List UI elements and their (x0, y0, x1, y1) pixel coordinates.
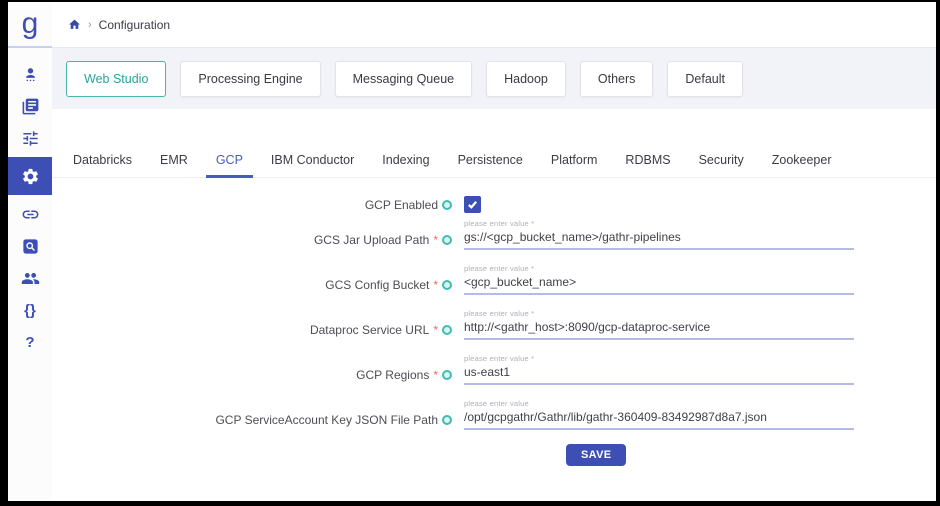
category-tabs: Web Studio Processing Engine Messaging Q… (52, 48, 936, 109)
required-asterisk: * (433, 234, 438, 246)
field-hint: please enter value (464, 399, 854, 408)
subtab-emr[interactable]: EMR (146, 153, 202, 177)
check-icon (467, 199, 478, 210)
gcp-regions-input[interactable]: us-east1 (464, 365, 854, 385)
tab-hadoop[interactable]: Hadoop (486, 61, 566, 97)
breadcrumb: › Configuration (68, 18, 170, 32)
required-asterisk: * (433, 324, 438, 336)
field-input-cell (464, 196, 854, 213)
sidebar-item-link[interactable] (8, 198, 52, 230)
subtab-databricks[interactable]: Databricks (59, 153, 146, 177)
tab-others[interactable]: Others (580, 61, 654, 97)
sidebar-nav: {} ? (8, 48, 52, 358)
sidebar-item-users[interactable] (8, 262, 52, 294)
users-icon (21, 269, 40, 288)
gcs-jar-upload-path-input[interactable]: gs://<gcp_bucket_name>/gathr-pipelines (464, 230, 854, 250)
form-row-gcp-regions: GCP Regions * please enter value * us-ea… (52, 354, 936, 385)
field-hint: please enter value * (464, 264, 854, 273)
form-row-gcp-serviceaccount-key: GCP ServiceAccount Key JSON File Path pl… (52, 399, 936, 430)
subtab-security[interactable]: Security (685, 153, 758, 177)
save-button[interactable]: SAVE (566, 444, 626, 466)
form-row-gcp-enabled: GCP Enabled (52, 196, 936, 213)
info-icon[interactable] (442, 280, 452, 290)
sidebar-item-tune[interactable] (8, 122, 52, 154)
service-subtabs: Databricks EMR GCP IBM Conductor Indexin… (52, 153, 936, 178)
sidebar-item-settings[interactable] (8, 157, 52, 195)
gathr-logo[interactable]: g (8, 2, 52, 48)
tab-messaging-queue[interactable]: Messaging Queue (335, 61, 472, 97)
sidebar-item-library[interactable] (8, 90, 52, 122)
field-hint: please enter value * (464, 354, 854, 363)
tune-icon (21, 129, 40, 148)
field-input-cell: please enter value * http://<gathr_host>… (464, 309, 854, 340)
tab-processing-engine[interactable]: Processing Engine (180, 61, 320, 97)
info-icon[interactable] (442, 415, 452, 425)
gcp-serviceaccount-key-label: GCP ServiceAccount Key JSON File Path (215, 413, 438, 427)
subtab-persistence[interactable]: Persistence (444, 153, 537, 177)
info-icon[interactable] (442, 325, 452, 335)
gcs-jar-upload-path-label: GCS Jar Upload Path (314, 233, 429, 247)
dataproc-service-url-label: Dataproc Service URL (310, 323, 429, 337)
content-panel: Databricks EMR GCP IBM Conductor Indexin… (52, 109, 936, 501)
field-input-cell: please enter value * us-east1 (464, 354, 854, 385)
subtab-zookeeper[interactable]: Zookeeper (758, 153, 846, 177)
subtab-ibm-conductor[interactable]: IBM Conductor (257, 153, 368, 177)
sidebar-item-help[interactable]: ? (8, 326, 52, 358)
gcp-config-form: GCP Enabled GCS Jar Upload Path * (52, 196, 936, 466)
document-search-icon (21, 237, 40, 256)
field-label: Dataproc Service URL * (52, 323, 452, 340)
sidebar-item-braces[interactable]: {} (8, 294, 52, 326)
subtab-rdbms[interactable]: RDBMS (611, 153, 684, 177)
subtab-gcp[interactable]: GCP (202, 153, 257, 177)
gcp-enabled-label: GCP Enabled (365, 198, 438, 212)
app-window: g {} (8, 2, 936, 501)
field-input-cell: please enter value * <gcp_bucket_name> (464, 264, 854, 295)
gcs-config-bucket-label: GCS Config Bucket (325, 278, 429, 292)
field-hint: please enter value * (464, 309, 854, 318)
field-label: GCS Config Bucket * (52, 278, 452, 295)
info-icon[interactable] (442, 370, 452, 380)
user-icon (21, 65, 40, 84)
gear-icon (21, 167, 40, 186)
sidebar: g {} (8, 2, 52, 501)
field-label: GCS Jar Upload Path * (52, 233, 452, 250)
field-label: GCP ServiceAccount Key JSON File Path (52, 413, 452, 430)
field-label: GCP Enabled (52, 198, 452, 212)
gcs-config-bucket-input[interactable]: <gcp_bucket_name> (464, 275, 854, 295)
library-icon (21, 97, 40, 116)
save-row: SAVE (52, 444, 936, 466)
field-label: GCP Regions * (52, 368, 452, 385)
form-row-gcs-jar-upload-path: GCS Jar Upload Path * please enter value… (52, 219, 936, 250)
info-icon[interactable] (442, 235, 452, 245)
screenshot-frame: g {} (0, 0, 940, 506)
gcp-regions-label: GCP Regions (356, 368, 429, 382)
subtab-platform[interactable]: Platform (537, 153, 612, 177)
help-icon: ? (25, 334, 34, 351)
header: › Configuration (52, 2, 936, 48)
field-hint: please enter value * (464, 219, 854, 228)
subtab-indexing[interactable]: Indexing (368, 153, 443, 177)
sidebar-item-document-search[interactable] (8, 230, 52, 262)
breadcrumb-separator: › (88, 19, 92, 31)
gcp-serviceaccount-key-input[interactable]: /opt/gcpgathr/Gathr/lib/gathr-360409-834… (464, 410, 854, 430)
info-icon[interactable] (442, 200, 452, 210)
form-row-dataproc-service-url: Dataproc Service URL * please enter valu… (52, 309, 936, 340)
required-asterisk: * (433, 279, 438, 291)
form-row-gcs-config-bucket: GCS Config Bucket * please enter value *… (52, 264, 936, 295)
breadcrumb-current: Configuration (99, 18, 170, 32)
sidebar-item-user[interactable] (8, 58, 52, 90)
tab-web-studio[interactable]: Web Studio (66, 61, 166, 97)
field-input-cell: please enter value /opt/gcpgathr/Gathr/l… (464, 399, 854, 430)
dataproc-service-url-input[interactable]: http://<gathr_host>:8090/gcp-dataproc-se… (464, 320, 854, 340)
braces-icon: {} (24, 302, 36, 319)
tab-default[interactable]: Default (667, 61, 743, 97)
field-input-cell: please enter value * gs://<gcp_bucket_na… (464, 219, 854, 250)
required-asterisk: * (433, 369, 438, 381)
main-column: › Configuration Web Studio Processing En… (52, 2, 936, 501)
gcp-enabled-checkbox[interactable] (464, 196, 481, 213)
home-icon[interactable] (68, 18, 81, 31)
link-icon (21, 205, 40, 224)
